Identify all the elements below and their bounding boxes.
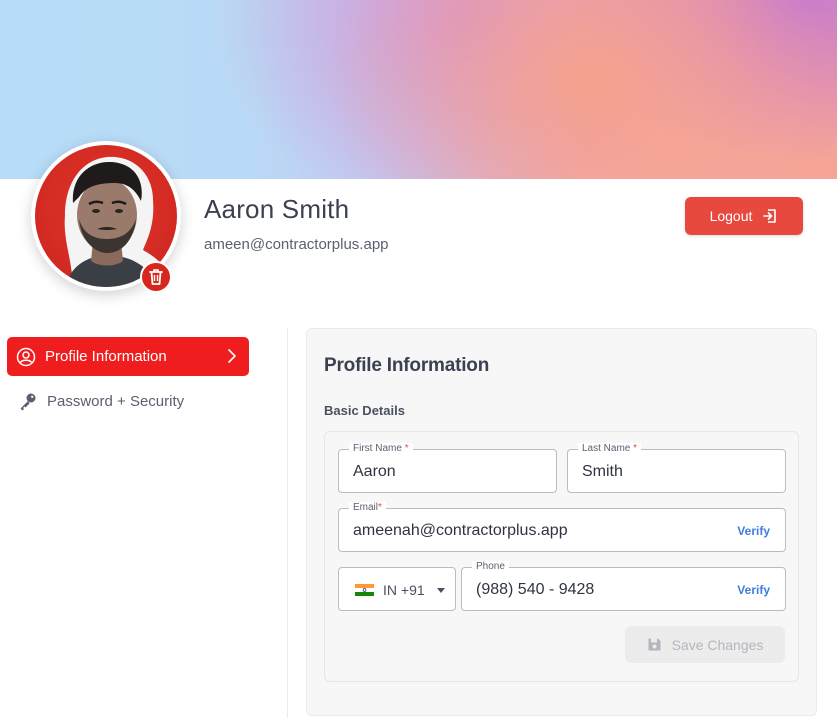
country-code-select[interactable]: IN +91: [338, 567, 456, 611]
nav-divider: [287, 328, 288, 718]
last-name-label: Last Name *: [578, 443, 642, 455]
country-code-value: IN +91: [383, 582, 425, 598]
save-changes-label: Save Changes: [671, 636, 764, 653]
save-changes-button[interactable]: Save Changes: [625, 626, 785, 663]
sidebar-item-label: Password + Security: [47, 393, 185, 410]
last-name-value: Smith: [582, 463, 623, 480]
india-flag-icon: [355, 584, 374, 596]
sidebar-item-password-security[interactable]: Password + Security: [7, 382, 249, 421]
sidebar-item-profile-information[interactable]: Profile Information: [7, 337, 249, 376]
first-name-value: Aaron: [353, 463, 396, 480]
section-title: Basic Details: [324, 403, 405, 418]
trash-icon: [149, 269, 163, 285]
email-label: Email*: [349, 502, 386, 514]
email-field[interactable]: Email* ameenah@contractorplus.app Verify: [338, 502, 786, 552]
logout-button[interactable]: Logout: [685, 197, 803, 235]
profile-email: ameen@contractorplus.app: [204, 236, 389, 253]
logout-icon: [763, 209, 777, 223]
phone-label: Phone: [472, 561, 509, 573]
verify-phone-button[interactable]: Verify: [737, 583, 770, 597]
user-circle-icon: [16, 347, 36, 366]
email-value: ameenah@contractorplus.app: [353, 522, 568, 539]
save-icon: [648, 638, 661, 651]
chevron-right-icon: [228, 349, 236, 363]
verify-email-button[interactable]: Verify: [737, 524, 770, 538]
delete-avatar-button[interactable]: [140, 261, 172, 293]
first-name-field[interactable]: First Name * Aaron: [338, 443, 557, 493]
phone-field[interactable]: Phone (988) 540 - 9428 Verify: [461, 561, 786, 611]
key-icon: [20, 393, 36, 410]
phone-value: (988) 540 - 9428: [476, 581, 595, 598]
last-name-field[interactable]: Last Name * Smith: [567, 443, 786, 493]
card-title: Profile Information: [324, 355, 490, 376]
logout-label: Logout: [709, 208, 753, 224]
profile-name: Aaron Smith: [204, 194, 350, 224]
first-name-label: First Name *: [349, 443, 413, 455]
caret-down-icon: [437, 588, 445, 593]
sidebar-item-label: Profile Information: [45, 348, 167, 365]
